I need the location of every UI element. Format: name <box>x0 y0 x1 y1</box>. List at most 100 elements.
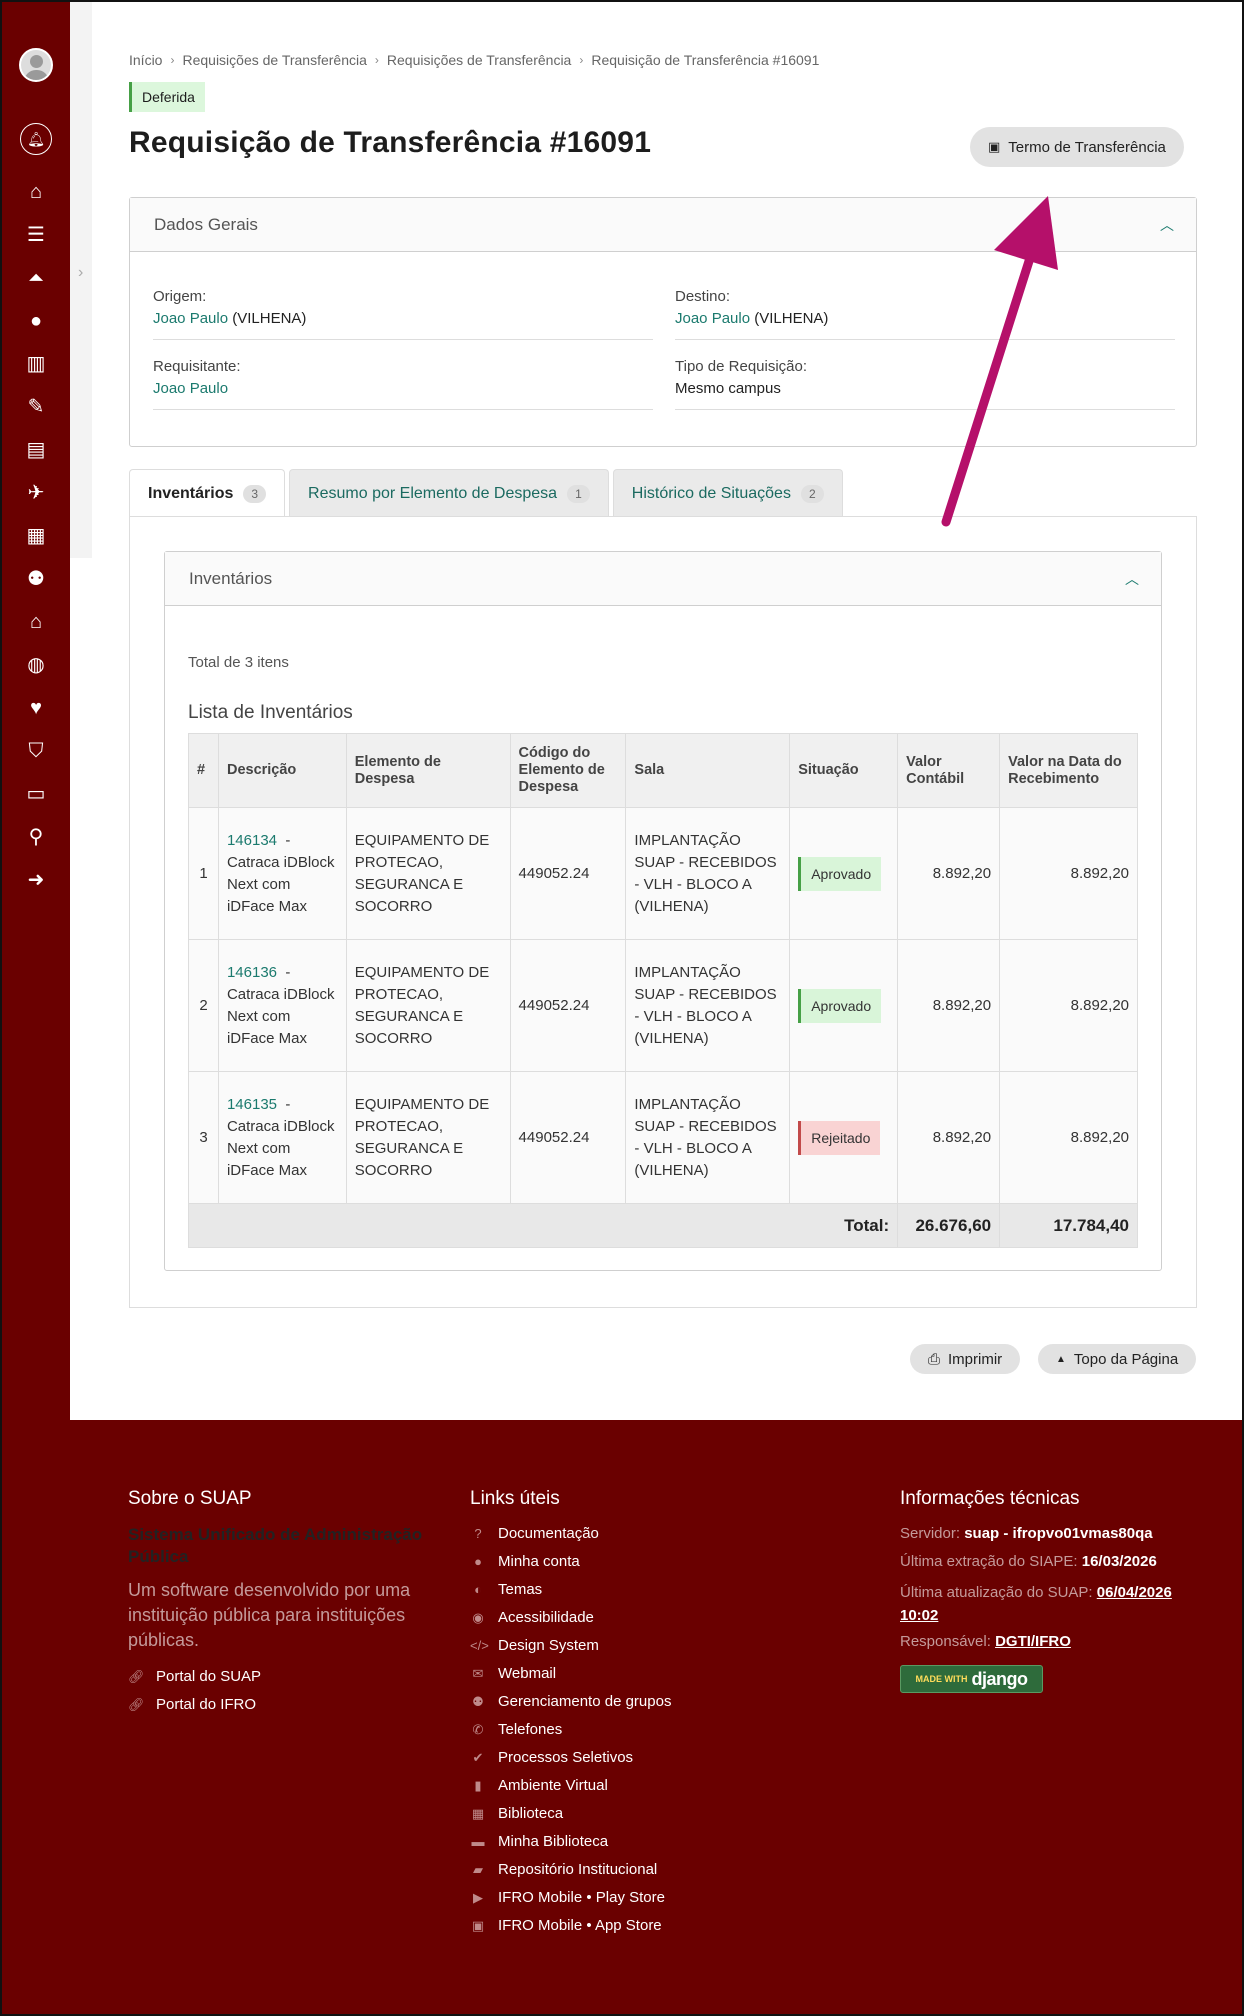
check-circle-icon: ✔ <box>472 1749 484 1765</box>
chevron-right-icon: › <box>170 53 175 67</box>
bell-icon[interactable]: 🔔︎ <box>20 123 52 155</box>
destino-link[interactable]: Joao Paulo <box>675 310 750 327</box>
origem-label: Origem: <box>153 288 207 305</box>
avatar[interactable] <box>19 48 53 82</box>
footer-link-processos-seletivos[interactable]: ✔ Processos Seletivos <box>470 1749 634 1766</box>
footer-link-documentacao[interactable]: ? Documentação <box>470 1525 599 1542</box>
origem-link[interactable]: Joao Paulo <box>153 310 228 327</box>
footer-link-grupos[interactable]: ⚉ Gerenciamento de grupos <box>470 1693 671 1710</box>
portal-ifro-link[interactable]: 🔗︎ Portal do IFRO <box>128 1696 256 1713</box>
sidebar: 🔔︎ ⌂ ☰ ⏶ ● ▥ ✎ ▤ ✈ ▦ ⚉ ⌂ ◍ ♥ ⛉ ▭ ⚲ ➜ <box>0 0 70 1420</box>
footer-link-play-store[interactable]: ▶ IFRO Mobile • Play Store <box>470 1889 665 1906</box>
tab-resumo-elemento-despesa[interactable]: Resumo por Elemento de Despesa 1 <box>289 469 609 517</box>
tab-historico-situacoes[interactable]: Histórico de Situações 2 <box>612 469 843 517</box>
footer-link-minha-biblioteca[interactable]: ▬ Minha Biblioteca <box>470 1833 609 1850</box>
chart-icon[interactable]: ▥ <box>20 348 52 380</box>
dados-gerais-title: Dados Gerais <box>154 214 258 234</box>
link-icon: 🔗︎ <box>128 1668 145 1684</box>
tab-label: Resumo por Elemento de Despesa <box>308 484 558 502</box>
back-to-top-label: Topo da Página <box>1073 1350 1179 1368</box>
field-destino: Destino: Joao Paulo (VILHENA) <box>675 288 1175 340</box>
heartbeat-icon[interactable]: ♥ <box>20 692 52 724</box>
row-codigo: 449052.24 <box>509 1071 627 1204</box>
footer-link-telefones[interactable]: ✆ Telefones <box>470 1721 563 1738</box>
status-badge: Deferida <box>129 82 205 112</box>
requisitante-link[interactable]: Joao Paulo <box>153 380 228 397</box>
sobre-suap-desc: Um software desenvolvido por uma institu… <box>128 1580 411 1650</box>
col-header[interactable]: Valor Contábil <box>897 733 1001 808</box>
footer-link-acessibilidade[interactable]: ◉ Acessibilidade <box>470 1609 594 1626</box>
made-with-django-badge[interactable]: MADE WITH django <box>900 1665 1043 1693</box>
col-header[interactable]: Elemento de Despesa <box>345 733 511 808</box>
footer-link-label: Biblioteca <box>498 1805 564 1822</box>
globe-icon[interactable]: ◍ <box>20 649 52 681</box>
informacoes-tecnicas-title: Informações técnicas <box>900 1488 1080 1509</box>
col-header[interactable]: Descrição <box>217 733 347 808</box>
info-responsavel: Responsável: DGTI/IFRO <box>900 1633 1071 1650</box>
print-button[interactable]: ⎙ Imprimir <box>910 1344 1021 1374</box>
shield-icon[interactable]: ⛉ <box>20 735 52 767</box>
row-codigo: 449052.24 <box>509 807 627 940</box>
plane-icon[interactable]: ✈ <box>20 477 52 509</box>
chevron-up-icon[interactable]: ︿ <box>1125 569 1139 589</box>
tasks-icon[interactable]: ☰ <box>20 219 52 251</box>
inventarios-header[interactable]: Inventários ︿ <box>165 552 1161 606</box>
col-header[interactable]: # <box>188 733 219 808</box>
briefcase-icon[interactable]: ▦ <box>20 520 52 552</box>
col-header[interactable]: Situação <box>789 733 899 808</box>
back-to-top-button[interactable]: ▲ Topo da Página <box>1038 1344 1197 1374</box>
col-header[interactable]: Sala <box>625 733 791 808</box>
footer-link-minha-conta[interactable]: ● Minha conta <box>470 1553 580 1570</box>
footer-link-biblioteca[interactable]: ▦ Biblioteca <box>470 1805 563 1822</box>
chevron-up-icon[interactable]: ︿ <box>1160 215 1174 235</box>
portal-ifro-label: Portal do IFRO <box>156 1696 257 1713</box>
home-icon[interactable]: ⌂ <box>20 176 52 208</box>
palette-icon: ◐ <box>474 1582 482 1597</box>
file-pdf-icon: ▣ <box>988 139 1001 154</box>
house-user-icon[interactable]: ⌂ <box>20 606 52 638</box>
suap-update-date[interactable]: 06/04/2026 <box>1097 1584 1172 1601</box>
breadcrumb-item-inicio[interactable]: Início <box>129 52 162 68</box>
breadcrumb-item-requisicoes[interactable]: Requisições de Transferência <box>182 52 366 68</box>
users-icon[interactable]: ⚉ <box>20 563 52 595</box>
chevron-right-icon[interactable]: › <box>78 264 83 282</box>
search-icon[interactable]: ⚲ <box>20 821 52 853</box>
suap-update-time[interactable]: 10:02 <box>900 1607 938 1624</box>
termo-transferencia-button[interactable]: ▣ Termo de Transferência <box>970 127 1184 167</box>
portal-suap-link[interactable]: 🔗︎ Portal do SUAP <box>128 1668 261 1685</box>
col-header[interactable]: Valor na Data do Recebimento <box>999 733 1138 808</box>
responsavel-link[interactable]: DGTI/IFRO <box>995 1633 1071 1650</box>
signature-icon[interactable]: ✎ <box>20 391 52 423</box>
library-icon: ▦ <box>471 1805 485 1821</box>
col-header[interactable]: Código do Elemento de Despesa <box>509 733 627 808</box>
footer-link-webmail[interactable]: ✉ Webmail <box>470 1665 557 1682</box>
footer-link-ambiente-virtual[interactable]: ▮ Ambiente Virtual <box>470 1777 607 1794</box>
service-bell-icon[interactable]: ⏶ <box>20 262 52 294</box>
tab-inventarios[interactable]: Inventários 3 <box>129 469 286 517</box>
table-row: 3 146135 - Catraca iDBlock Next com iDFa… <box>188 1071 1138 1204</box>
footer-link-repositorio[interactable]: ▰ Repositório Institucional <box>470 1861 657 1878</box>
row-number: 3 <box>188 1071 219 1204</box>
teacher-icon[interactable]: ▤ <box>20 434 52 466</box>
dados-gerais-panel: Dados Gerais ︿ Origem: Joao Paulo (VILHE… <box>129 197 1197 447</box>
dados-gerais-header[interactable]: Dados Gerais ︿ <box>130 198 1196 252</box>
sign-out-icon[interactable]: ➜ <box>20 864 52 896</box>
footer-link-app-store[interactable]: ▣ IFRO Mobile • App Store <box>470 1917 662 1934</box>
total-itens: Total de 3 itens <box>188 654 289 671</box>
field-origem: Origem: Joao Paulo (VILHENA) <box>153 288 653 340</box>
siape-value: 16/03/2026 <box>1081 1553 1157 1570</box>
inventario-link[interactable]: 146135 <box>227 1096 277 1113</box>
inventario-link[interactable]: 146134 <box>227 832 277 849</box>
code-icon: </> <box>470 1638 489 1653</box>
chat-icon[interactable]: ● <box>20 305 52 337</box>
footer-link-design-system[interactable]: </> Design System <box>470 1637 599 1654</box>
row-valor-recebimento: 8.892,20 <box>999 939 1138 1072</box>
tipo-label: Tipo de Requisição: <box>675 358 808 375</box>
inventario-link[interactable]: 146136 <box>227 964 277 981</box>
footer-link-temas[interactable]: ◐ Temas <box>470 1581 542 1598</box>
django-name: django <box>971 1668 1029 1689</box>
collapse-panel[interactable]: › <box>70 2 92 558</box>
breadcrumb-item-requisicoes-2[interactable]: Requisições de Transferência <box>387 52 571 68</box>
play-icon: ▶ <box>473 1889 483 1905</box>
laptop-icon[interactable]: ▭ <box>20 778 52 810</box>
